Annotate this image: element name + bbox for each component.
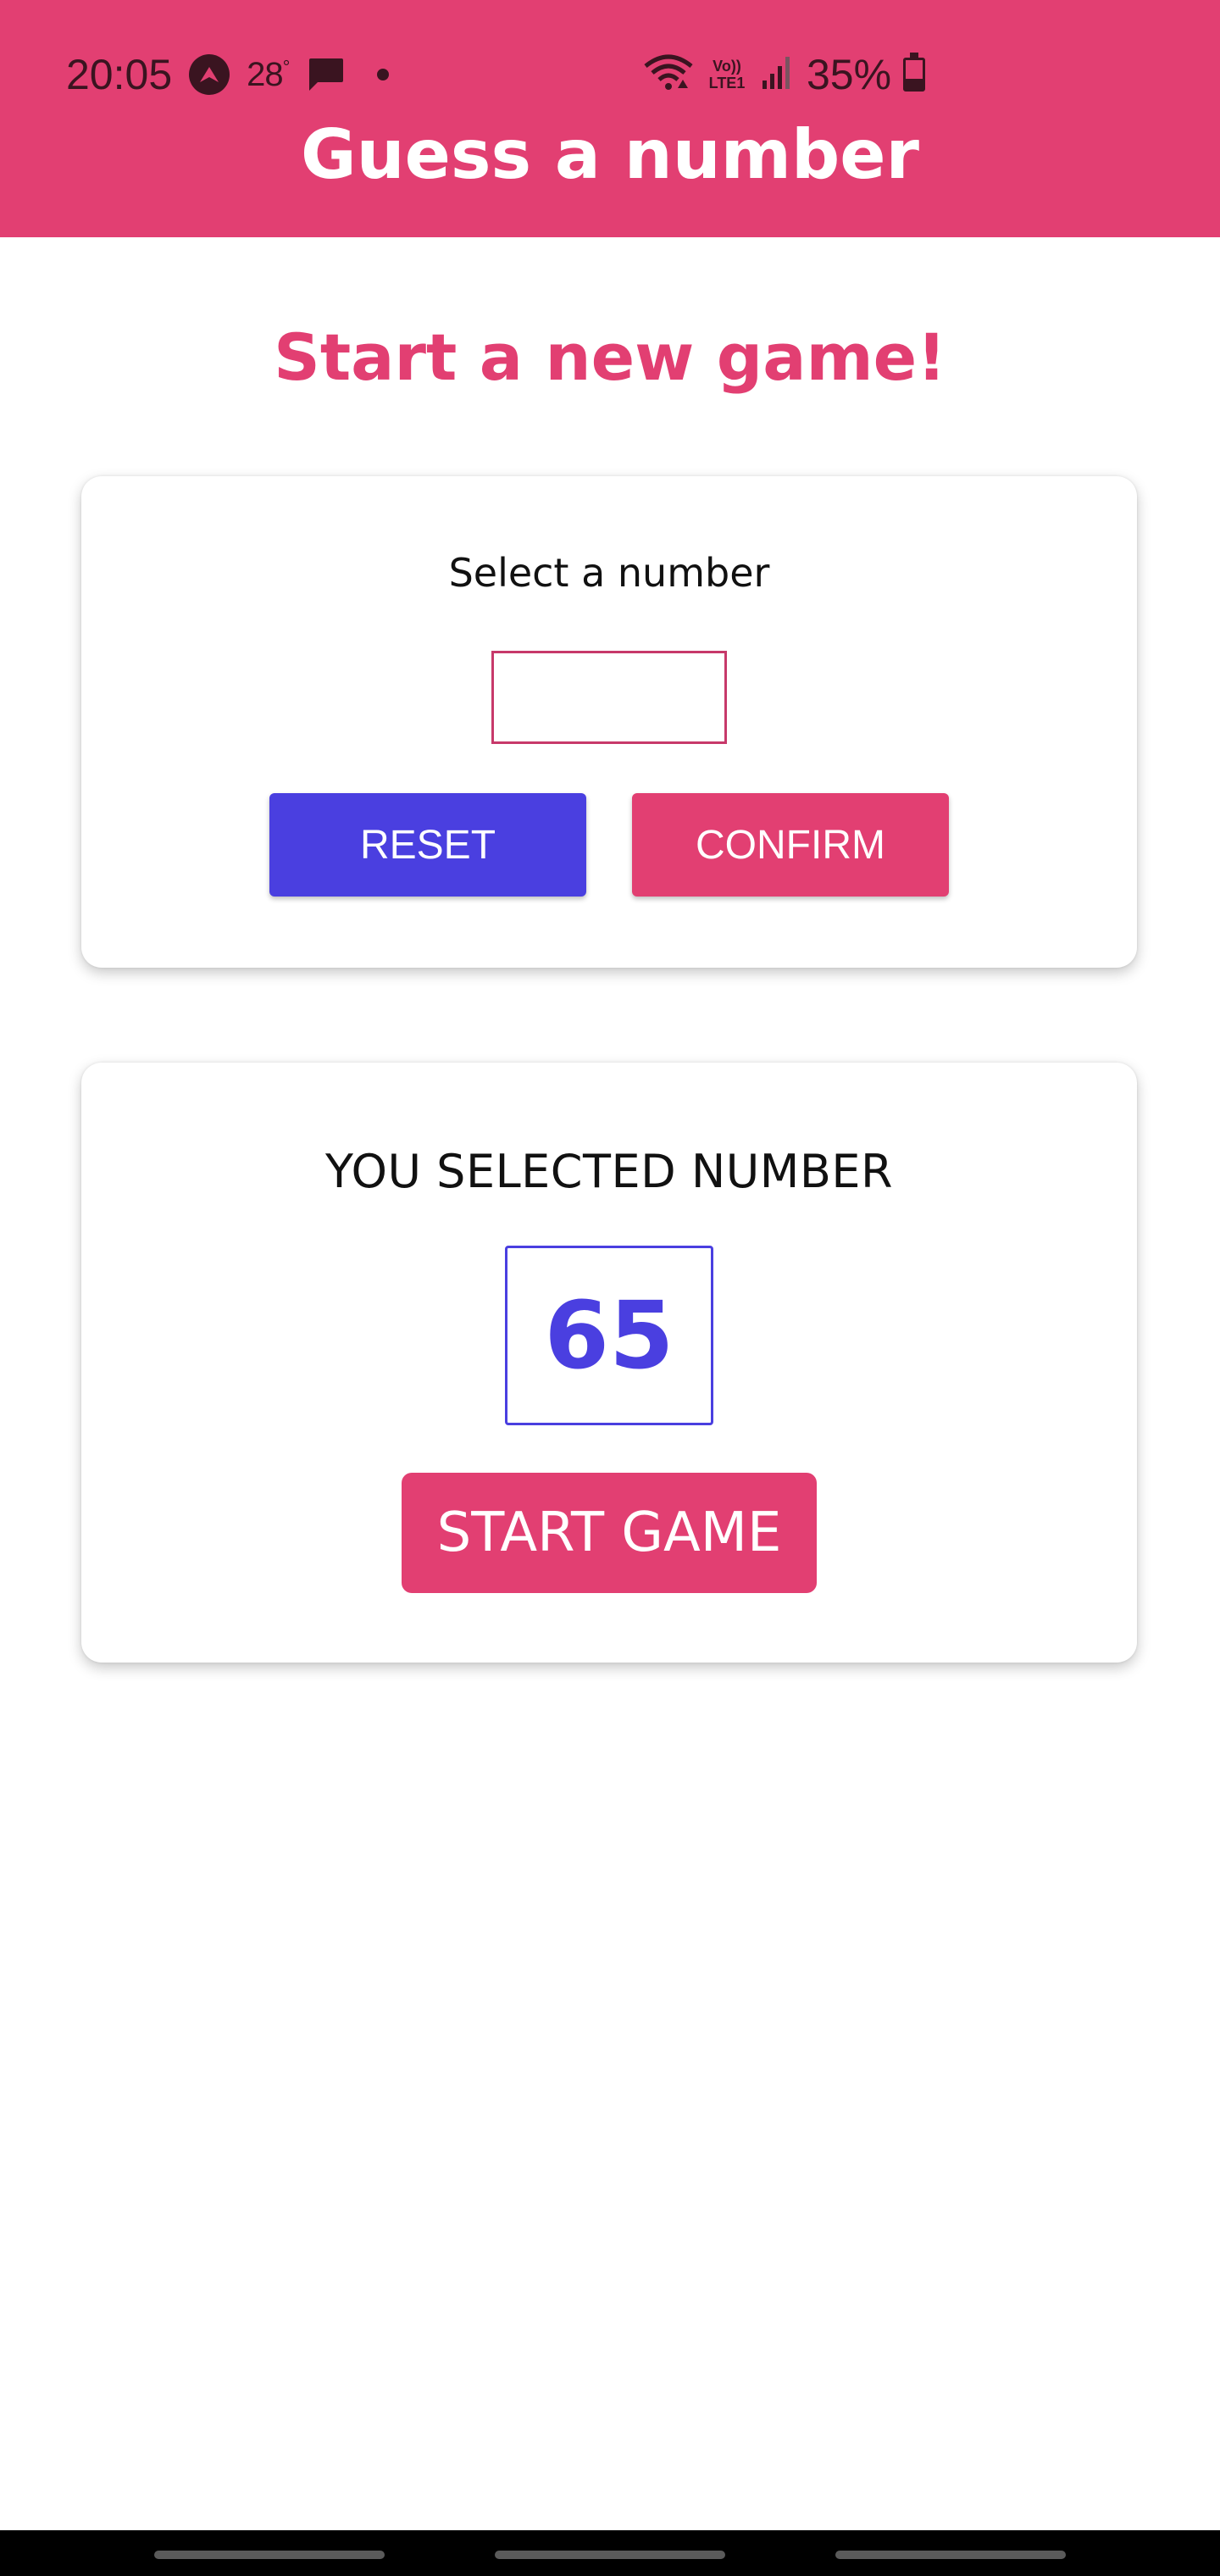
volte-line1: Vo)): [713, 58, 741, 75]
gesture-nav-bar: [0, 2530, 1220, 2576]
status-left: 20:05 28°: [66, 47, 390, 102]
nav-recents-handle[interactable]: [154, 2551, 385, 2559]
message-icon: [306, 57, 345, 92]
temperature-value: 28: [247, 55, 283, 93]
temperature-unit: °: [282, 56, 291, 78]
signal-icon: [761, 55, 795, 95]
confirm-button[interactable]: CONFIRM: [632, 793, 949, 897]
battery-percentage: 35%: [807, 51, 892, 98]
select-number-label: Select a number: [448, 550, 770, 596]
navigation-icon: [189, 54, 230, 95]
temperature: 28°: [247, 55, 291, 94]
number-input-card: Select a number RESET CONFIRM: [81, 476, 1137, 968]
app-title: Guess a number: [300, 115, 920, 194]
wifi-icon: [644, 54, 693, 96]
battery-icon: [903, 53, 926, 92]
volte-icon: Vo)) LTE1: [705, 58, 749, 92]
selected-number-display: 65: [505, 1246, 713, 1425]
nav-back-handle[interactable]: [835, 2551, 1066, 2559]
battery-fill: [906, 79, 923, 89]
selected-number-label: YOU SELECTED NUMBER: [324, 1145, 894, 1198]
status-right: Vo)) LTE1 35%: [644, 47, 926, 102]
selected-number-card: YOU SELECTED NUMBER 65 START GAME: [81, 1063, 1137, 1663]
notification-dot-icon: [377, 69, 390, 80]
screen-title: Start a new game!: [274, 319, 946, 395]
nav-home-handle[interactable]: [495, 2551, 725, 2559]
app-header: 20:05 28° Vo)) LTE1 35% Guess a number: [0, 0, 1220, 237]
status-time: 20:05: [66, 51, 173, 98]
volte-line2: LTE1: [708, 75, 746, 92]
number-input[interactable]: [491, 651, 727, 744]
start-game-button[interactable]: START GAME: [402, 1473, 817, 1593]
reset-button[interactable]: RESET: [269, 793, 586, 897]
